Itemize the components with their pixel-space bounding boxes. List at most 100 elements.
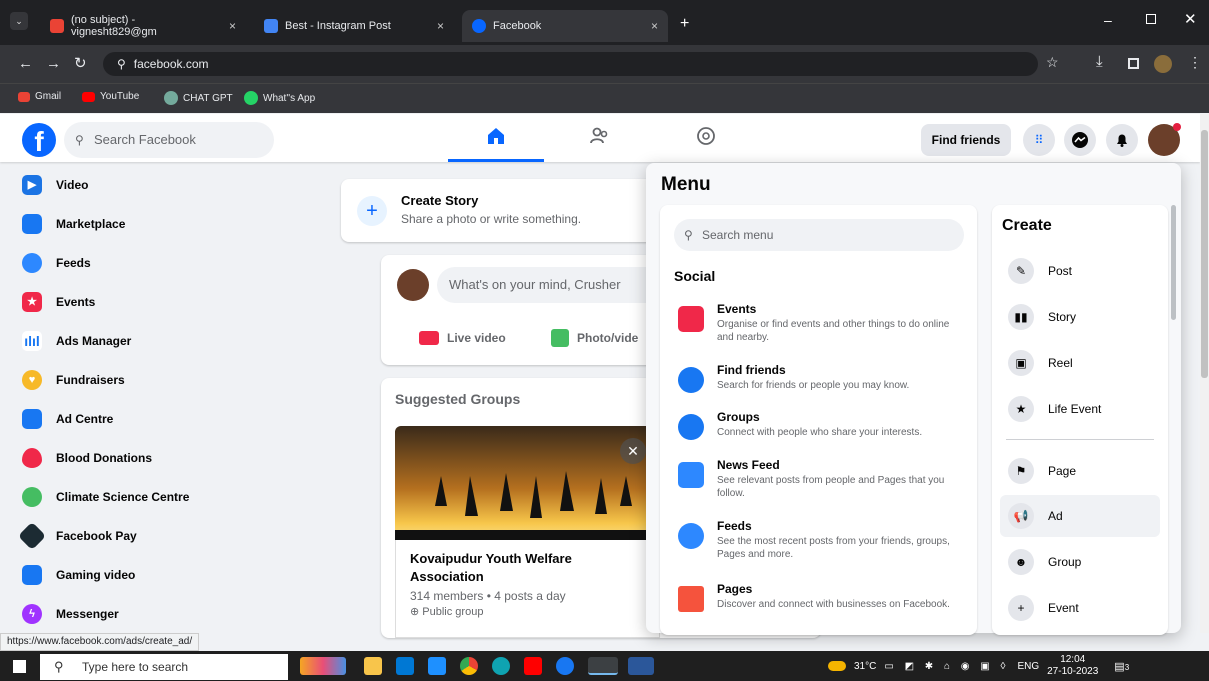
sidebar-item-marketplace[interactable]: Marketplace <box>22 214 125 234</box>
reload-icon[interactable]: ↻ <box>74 54 87 72</box>
menu-item-find-friends[interactable]: Find friends Search for friends or people… <box>678 363 968 399</box>
menu-item-pages[interactable]: Pages Discover and connect with businesse… <box>678 582 968 628</box>
page-scrollbar[interactable] <box>1200 114 1209 633</box>
tab-gmail[interactable]: (no subject) - vignesht829@gm × <box>40 10 246 42</box>
fundraisers-icon: ♥ <box>22 370 42 390</box>
create-ad[interactable]: 📢 Ad <box>1000 495 1160 537</box>
create-page[interactable]: ⚑ Page <box>1000 450 1160 492</box>
facebook-logo[interactable]: f <box>22 123 56 157</box>
sidebar-item-facebook-pay[interactable]: Facebook Pay <box>17 521 137 551</box>
create-story[interactable]: ▮▮ Story <box>1000 296 1160 338</box>
bookmark-gmail[interactable]: Gmail <box>18 91 61 102</box>
tab-facebook[interactable]: Facebook × <box>462 10 668 42</box>
sidebar-item-gaming-video[interactable]: Gaming video <box>22 565 135 585</box>
download-icon[interactable]: ⤓ <box>1096 53 1103 70</box>
tray-icons[interactable]: ▭ ◩ ✱ ⌂ ◉ ▣ ◊ <box>884 661 1009 672</box>
news-widget-icon[interactable] <box>300 657 346 675</box>
menu-item-events[interactable]: Events Organise or find events and other … <box>678 302 968 348</box>
facebook-search-input[interactable]: ⚲ Search Facebook <box>64 122 274 158</box>
whatsapp-icon <box>244 91 258 105</box>
tab-search-button[interactable]: ⌄ <box>10 12 28 30</box>
forward-icon[interactable]: → <box>46 55 61 72</box>
back-icon[interactable]: ← <box>18 55 33 72</box>
tab-instagram[interactable]: Best - Instagram Post × <box>254 10 454 42</box>
bookmark-star-icon[interactable]: ☆ <box>1046 54 1059 71</box>
find-friends-button[interactable]: Find friends <box>921 124 1011 156</box>
taskbar-search-input[interactable]: ⚲ Type here to search <box>40 654 288 680</box>
close-tab-icon[interactable]: × <box>651 19 658 33</box>
edge-icon[interactable] <box>492 657 510 675</box>
sidebar-item-climate-science[interactable]: Climate Science Centre <box>22 487 189 507</box>
marketplace-icon <box>22 214 42 234</box>
notification-center-icon[interactable]: ▤3 <box>1114 660 1129 673</box>
dismiss-group-icon[interactable]: ✕ <box>620 438 646 464</box>
notifications-bell-icon[interactable] <box>1106 124 1138 156</box>
sidepanel-icon[interactable] <box>1128 58 1139 69</box>
news-feed-icon <box>678 462 704 488</box>
page-scrollbar-thumb[interactable] <box>1201 130 1208 378</box>
group-cover-image[interactable] <box>395 426 660 540</box>
live-video-button[interactable]: Live video <box>419 331 506 345</box>
home-icon[interactable] <box>480 125 512 153</box>
url-field[interactable]: ⚲ facebook.com <box>103 52 1038 76</box>
create-post[interactable]: ✎ Post <box>1000 250 1160 292</box>
sidebar-item-ad-centre[interactable]: Ad Centre <box>22 409 113 429</box>
new-tab-button[interactable]: + <box>680 15 689 33</box>
browser-menu-icon[interactable]: ⋮ <box>1188 54 1202 71</box>
close-window-icon[interactable]: ✕ <box>1184 10 1197 28</box>
photo-icon <box>551 329 569 347</box>
facebook-icon[interactable] <box>556 657 574 675</box>
create-story-card[interactable]: + Create Story Share a photo or write so… <box>341 179 661 242</box>
sidebar-item-ads-manager[interactable]: ılıl Ads Manager <box>22 331 131 351</box>
file-explorer-icon[interactable] <box>364 657 382 675</box>
ad-centre-icon <box>22 409 42 429</box>
clock[interactable]: 12:04 27-10-2023 <box>1047 654 1098 678</box>
apps-grid-icon[interactable]: ⠿ <box>1023 124 1055 156</box>
windows-start-icon[interactable] <box>13 660 26 673</box>
word-icon[interactable] <box>628 657 654 675</box>
profile-avatar-icon[interactable] <box>1154 55 1172 73</box>
minimize-icon[interactable]: – <box>1104 12 1112 28</box>
menu-item-feeds[interactable]: Feeds See the most recent posts from your… <box>678 519 968 565</box>
sidebar-item-feeds[interactable]: Feeds <box>22 253 91 273</box>
gaming-icon[interactable] <box>690 125 722 153</box>
bookmark-whatsapp[interactable]: What''s App <box>244 91 315 105</box>
create-reel[interactable]: ▣ Reel <box>1000 342 1160 384</box>
bookmark-youtube[interactable]: YouTube <box>82 91 139 102</box>
group-info[interactable]: Kovaipudur Youth Welfare Association 314… <box>395 540 660 638</box>
feeds-icon <box>678 523 704 549</box>
store-icon[interactable] <box>396 657 414 675</box>
messenger-icon[interactable] <box>1064 124 1096 156</box>
weather-icon[interactable] <box>828 661 846 671</box>
create-event[interactable]: + Event <box>1000 587 1160 629</box>
home-tab-indicator <box>448 159 544 162</box>
sidebar-item-fundraisers[interactable]: ♥ Fundraisers <box>22 370 125 390</box>
create-group[interactable]: ☻ Group <box>1000 541 1160 583</box>
sidebar-item-blood-donations[interactable]: Blood Donations <box>22 448 152 468</box>
chrome-icon[interactable] <box>460 657 478 675</box>
friends-icon[interactable] <box>584 125 616 153</box>
restore-icon[interactable] <box>1146 14 1156 24</box>
app-icon[interactable] <box>428 657 446 675</box>
sidebar-item-events[interactable]: ★ Events <box>22 292 95 312</box>
photo-video-button[interactable]: Photo/vide <box>551 329 638 347</box>
youtube-icon[interactable] <box>524 657 542 675</box>
events-icon <box>678 306 704 332</box>
menu-scrollbar[interactable] <box>1171 205 1176 320</box>
chrome-active-icon[interactable] <box>588 657 618 675</box>
bookmark-chatgpt[interactable]: CHAT GPT <box>164 91 233 105</box>
composer-input[interactable]: What's on your mind, Crusher <box>437 267 667 303</box>
close-tab-icon[interactable]: × <box>229 19 236 33</box>
menu-search-input[interactable]: ⚲ Search menu <box>674 219 964 251</box>
close-tab-icon[interactable]: × <box>437 19 444 33</box>
temperature[interactable]: 31°C <box>854 661 876 672</box>
search-icon: ⚲ <box>684 228 693 242</box>
menu-item-groups[interactable]: Groups Connect with people who share your… <box>678 410 968 446</box>
language[interactable]: ENG <box>1017 661 1039 672</box>
menu-item-news-feed[interactable]: News Feed See relevant posts from people … <box>678 458 968 504</box>
star-icon: ★ <box>1008 396 1034 422</box>
sidebar-item-messenger[interactable]: ϟ Messenger <box>22 604 119 624</box>
sidebar-item-video[interactable]: ▶ Video <box>22 175 88 195</box>
create-life-event[interactable]: ★ Life Event <box>1000 388 1160 430</box>
site-info-icon[interactable]: ⚲ <box>117 57 126 71</box>
